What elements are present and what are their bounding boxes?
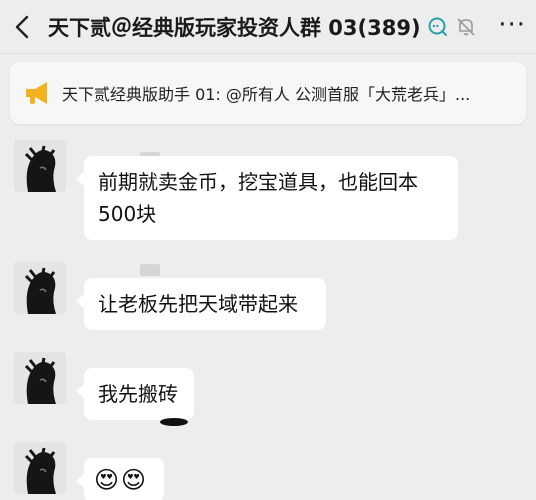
chat-header: 天下贰＠经典版玩家投资人群 03(389) ··· bbox=[0, 0, 536, 54]
message-text: 我先搬砖 bbox=[98, 382, 178, 406]
avatar[interactable] bbox=[14, 352, 66, 404]
chat-bubble-icon bbox=[427, 16, 449, 38]
emoji-message: 😍😍 bbox=[94, 466, 149, 494]
message-bubble[interactable]: 我先搬砖 bbox=[76, 368, 194, 420]
message-text: 让老板先把天域带起来 bbox=[98, 292, 298, 316]
message-bubble[interactable]: 😍😍 bbox=[76, 458, 164, 500]
sender-name-placeholder bbox=[140, 264, 160, 276]
more-options-button[interactable]: ··· bbox=[498, 12, 526, 38]
avatar[interactable] bbox=[14, 262, 66, 314]
chat-title: 天下贰＠经典版玩家投资人群 03(389) bbox=[48, 15, 421, 40]
message-text: 500块 bbox=[98, 202, 157, 226]
back-button[interactable] bbox=[0, 0, 44, 54]
chevron-left-icon bbox=[15, 15, 29, 38]
notice-text: 天下贰经典版助手 01: @所有人 公测首服「大荒老兵」... bbox=[62, 85, 471, 104]
emoji-shadow bbox=[160, 418, 188, 426]
group-notice-banner[interactable]: 天下贰经典版助手 01: @所有人 公测首服「大荒老兵」... bbox=[10, 62, 526, 124]
message-bubble[interactable]: 前期就卖金币，挖宝道具，也能回本 500块 bbox=[76, 156, 458, 240]
avatar[interactable] bbox=[14, 140, 66, 192]
megaphone-icon bbox=[16, 79, 62, 107]
mute-bell-icon bbox=[455, 16, 477, 38]
message-bubble[interactable]: 让老板先把天域带起来 bbox=[76, 278, 326, 330]
avatar[interactable] bbox=[14, 442, 66, 494]
message-text: 前期就卖金币，挖宝道具，也能回本 bbox=[98, 170, 418, 194]
